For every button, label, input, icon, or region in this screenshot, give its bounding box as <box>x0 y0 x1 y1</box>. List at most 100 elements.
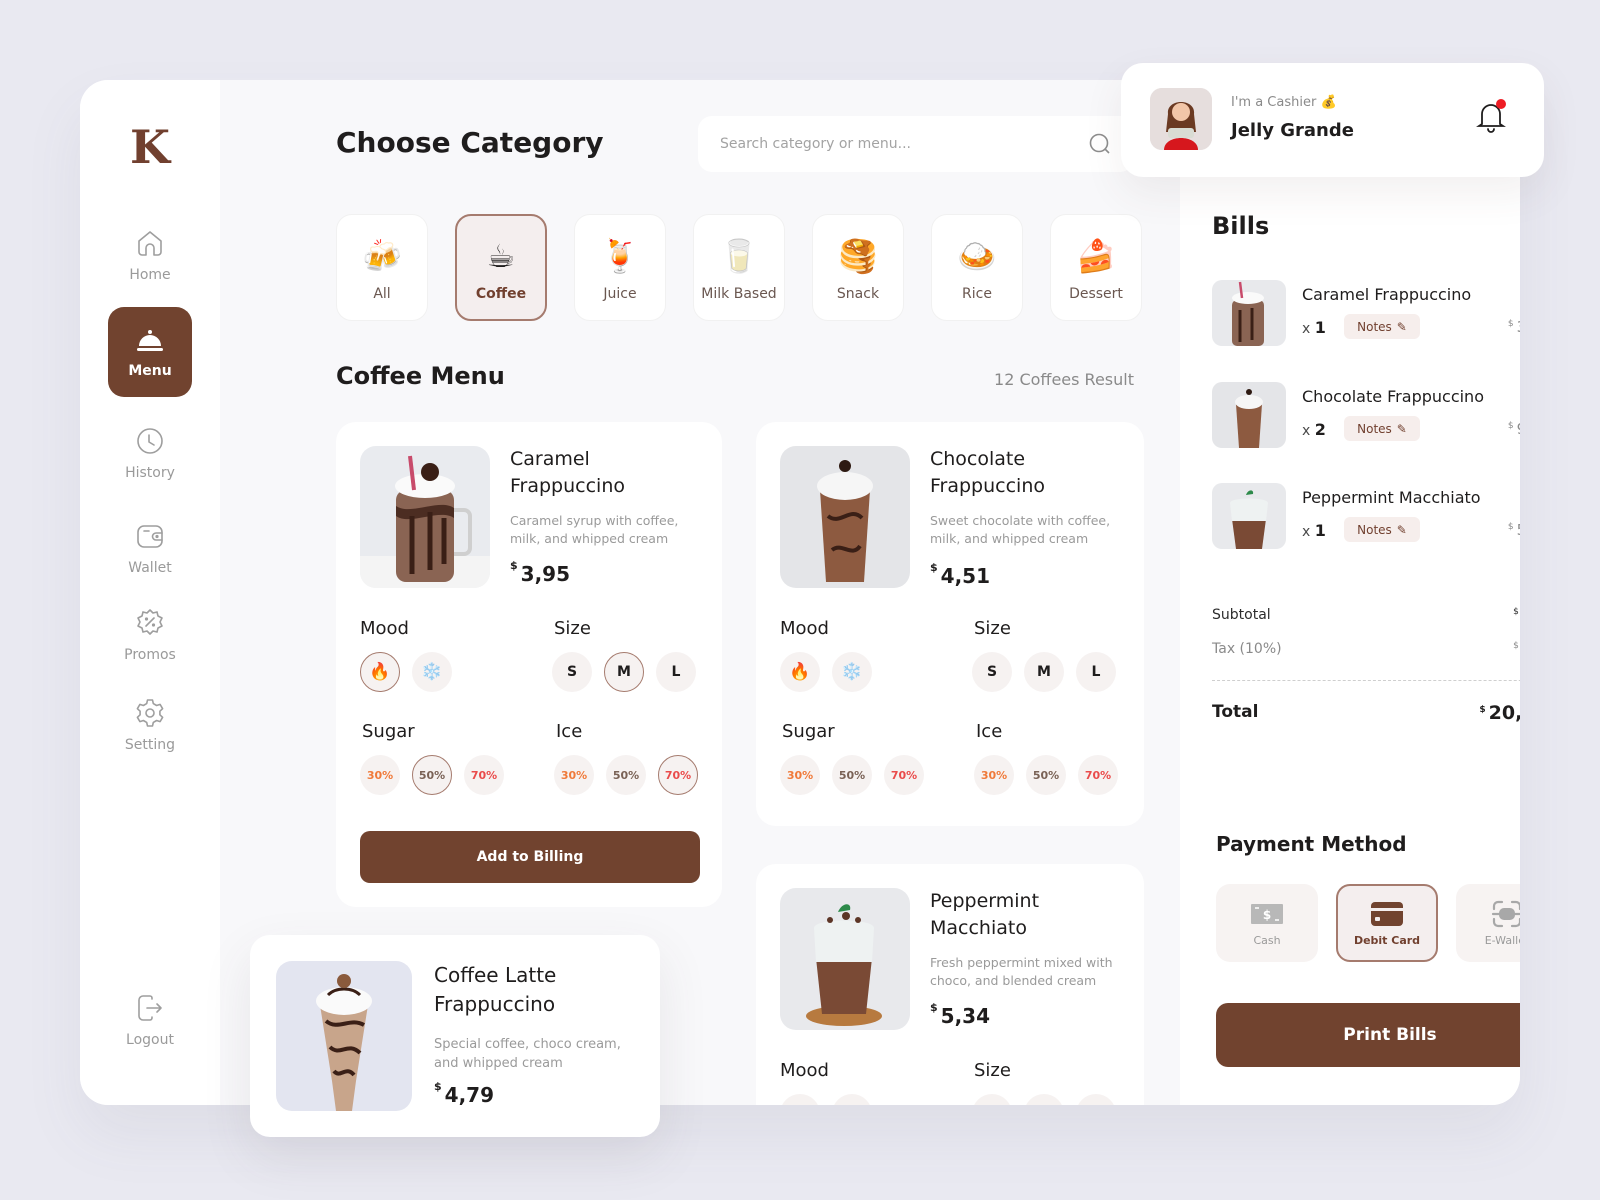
size-l-option[interactable]: L <box>656 652 696 692</box>
user-name: Jelly Grande <box>1231 120 1354 141</box>
home-icon <box>138 231 162 256</box>
divider <box>1212 680 1520 681</box>
payment-debit-card[interactable]: Debit Card <box>1336 884 1438 962</box>
category-juice[interactable]: 🍹 Juice <box>574 214 666 321</box>
discount-badge-icon <box>137 609 163 635</box>
fire-icon: 🔥 <box>369 662 391 682</box>
add-to-billing-button[interactable]: Add to Billing <box>360 831 700 883</box>
ice-70-option[interactable]: 70% <box>658 755 698 795</box>
mood-options <box>780 1094 872 1105</box>
bill-item-price: $5,34 <box>1507 521 1520 539</box>
mood-hot-option[interactable]: 🔥 <box>780 652 820 692</box>
clock-icon <box>137 428 163 454</box>
service-bell-icon <box>137 330 163 351</box>
ice-70-option[interactable]: 70% <box>1078 755 1118 795</box>
sidebar-item-menu[interactable]: Menu <box>108 307 192 397</box>
print-bills-button[interactable]: Print Bills <box>1216 1003 1520 1067</box>
payment-label: Debit Card <box>1353 933 1421 947</box>
notes-button[interactable]: Notes ✎ <box>1344 517 1420 542</box>
product-price: $3,95 <box>510 559 571 586</box>
ice-30-option[interactable]: 30% <box>974 755 1014 795</box>
size-s-option[interactable]: S <box>552 652 592 692</box>
bills-panel: Bills Caramel Frappuccino x 1 Notes✎ $3,… <box>1180 80 1520 1105</box>
user-role: I'm a Cashier 💰 <box>1231 95 1337 110</box>
category-all[interactable]: 🍻 All <box>336 214 428 321</box>
sugar-70-option[interactable]: 70% <box>464 755 504 795</box>
avatar[interactable] <box>1150 88 1212 150</box>
subtotal-row: Subtotal $18,31 <box>1212 607 1520 624</box>
notes-button[interactable]: Notes ✎ <box>1344 314 1420 339</box>
product-description: Fresh peppermint mixed with choco, and b… <box>930 955 1113 988</box>
size-l-option[interactable]: L <box>1076 652 1116 692</box>
mood-cold-option[interactable] <box>832 1094 872 1105</box>
menu-card-chocolate-frappuccino: Chocolate Frappuccino Sweet chocolate wi… <box>756 422 1144 826</box>
mood-hot-option[interactable]: 🔥 <box>360 652 400 692</box>
category-coffee[interactable]: ☕ Coffee <box>455 214 547 321</box>
sugar-70-option[interactable]: 70% <box>884 755 924 795</box>
bill-item: Caramel Frappuccino x 1 Notes✎ $3,95 <box>1212 280 1520 346</box>
notes-button[interactable]: Notes ✎ <box>1344 416 1420 441</box>
size-s-option[interactable]: S <box>972 652 1012 692</box>
size-label: Size <box>974 618 1011 639</box>
sidebar: K Home Menu History Wallet Promos Settin… <box>80 80 220 1105</box>
sidebar-item-wallet[interactable]: Wallet <box>108 503 192 593</box>
mood-cold-option[interactable]: ❄️ <box>832 652 872 692</box>
sidebar-item-promos[interactable]: Promos <box>108 590 192 680</box>
sidebar-item-label: History <box>125 465 175 481</box>
size-m-option[interactable] <box>1024 1094 1064 1105</box>
product-name: Chocolate Frappuccino <box>930 448 1046 497</box>
product-price: $4,51 <box>930 561 991 588</box>
logout-icon <box>138 995 162 1021</box>
sugar-50-option[interactable]: 50% <box>832 755 872 795</box>
mood-label: Mood <box>780 1060 829 1081</box>
mood-cold-option[interactable]: ❄️ <box>412 652 452 692</box>
curry-rice-icon: 🍛 <box>957 236 997 275</box>
ice-label: Ice <box>556 721 583 742</box>
ice-50-option[interactable]: 50% <box>1026 755 1066 795</box>
notification-dot <box>1496 99 1506 109</box>
credit-card-icon <box>1371 901 1403 926</box>
category-dessert[interactable]: 🍰 Dessert <box>1050 214 1142 321</box>
result-count: 12 Coffees Result <box>994 370 1134 389</box>
mood-hot-option[interactable] <box>780 1094 820 1105</box>
bills-title: Bills <box>1212 212 1270 240</box>
sugar-30-option[interactable]: 30% <box>360 755 400 795</box>
payment-method-title: Payment Method <box>1216 832 1407 856</box>
mood-label: Mood <box>780 618 829 639</box>
size-l-option[interactable] <box>1076 1094 1116 1105</box>
sugar-30-option[interactable]: 30% <box>780 755 820 795</box>
notification-button[interactable] <box>1476 99 1506 133</box>
logout-button[interactable]: Logout <box>108 975 192 1065</box>
size-s-option[interactable] <box>972 1094 1012 1105</box>
sidebar-item-setting[interactable]: Setting <box>108 680 192 770</box>
payment-cash[interactable]: $ Cash <box>1216 884 1318 962</box>
search-icon[interactable] <box>1088 132 1112 156</box>
size-m-option[interactable]: M <box>604 652 644 692</box>
bill-item-price: $3,95 <box>1507 318 1520 336</box>
sugar-50-option[interactable]: 50% <box>412 755 452 795</box>
category-milk-based[interactable]: 🥛 Milk Based <box>693 214 785 321</box>
coffee-cup-icon: ☕ <box>486 236 516 275</box>
payment-e-wallet[interactable]: E-Wallet <box>1456 884 1520 962</box>
sidebar-item-label: Menu <box>128 363 172 379</box>
sidebar-item-home[interactable]: Home <box>108 210 192 300</box>
menu-section-title: Coffee Menu <box>336 362 505 390</box>
ice-50-option[interactable]: 50% <box>606 755 646 795</box>
pencil-icon: ✎ <box>1396 522 1407 537</box>
product-image <box>780 888 910 1030</box>
product-name: Caramel Frappuccino <box>510 448 626 497</box>
menu-card-coffee-latte-frappuccino[interactable]: Coffee Latte Frappuccino Special coffee,… <box>250 935 660 1137</box>
logout-label: Logout <box>126 1032 174 1048</box>
size-m-option[interactable]: M <box>1024 652 1064 692</box>
search-input[interactable] <box>720 136 1088 152</box>
wallet-icon <box>137 525 163 548</box>
category-rice[interactable]: 🍛 Rice <box>931 214 1023 321</box>
search-bar[interactable] <box>698 116 1134 172</box>
sugar-options: 30% 50% 70% <box>360 755 504 795</box>
tax-label: Tax (10%) <box>1212 641 1282 657</box>
category-snack[interactable]: 🥞 Snack <box>812 214 904 321</box>
product-name: Coffee Latte Frappuccino <box>434 963 557 1016</box>
sugar-label: Sugar <box>362 721 415 742</box>
ice-30-option[interactable]: 30% <box>554 755 594 795</box>
sidebar-item-history[interactable]: History <box>108 408 192 498</box>
